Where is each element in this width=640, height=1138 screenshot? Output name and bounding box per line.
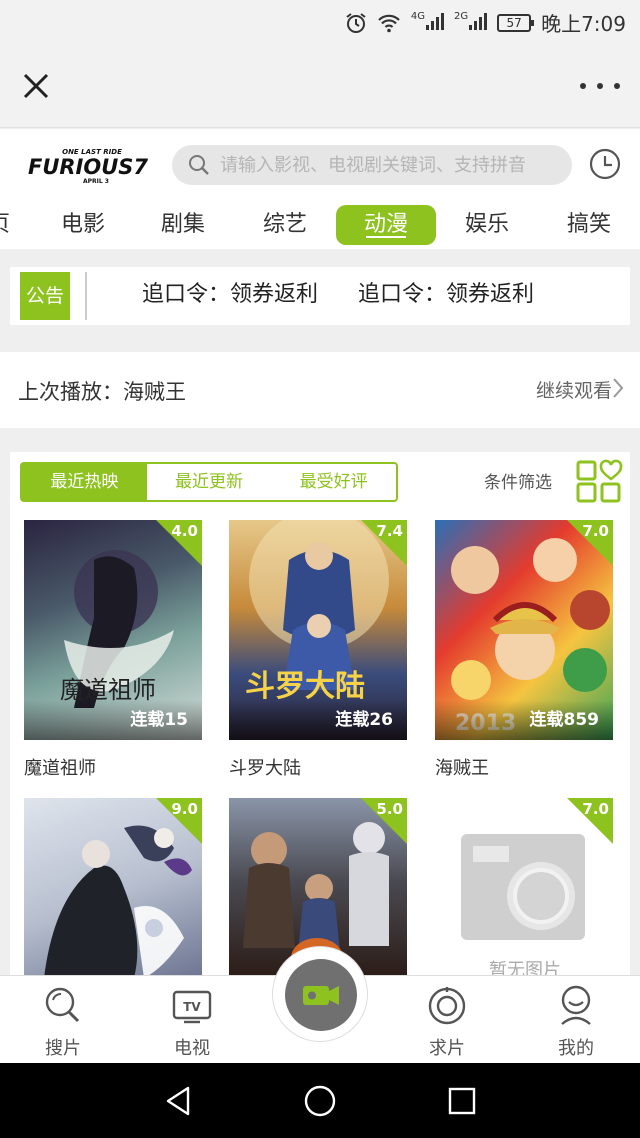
rating-value: 5.0 — [376, 800, 403, 818]
signal-bars-icon — [425, 12, 444, 30]
sort-tabs: 最近热映 最近更新 最受好评 — [20, 462, 398, 502]
tab-anime[interactable]: 动漫 — [336, 205, 436, 245]
tab-tv-label: 电视 — [174, 1038, 210, 1059]
nav-bar — [0, 44, 640, 128]
logo-title: FURIOUS7 — [28, 155, 148, 179]
poster-modaozushi[interactable]: 魔道祖师 4.0 连载15 — [24, 520, 202, 740]
recents-icon[interactable] — [446, 1085, 478, 1117]
content-panel: 最近热映 最近更新 最受好评 条件筛选 魔道祖师 4.0 连载15 魔道祖师 斗… — [10, 452, 630, 982]
episode-count: 连载26 — [335, 710, 393, 730]
tv-icon: TV — [172, 990, 212, 1024]
header: ONE LAST RIDE FURIOUS7 APRIL 3 — [0, 129, 640, 201]
tab-tv[interactable]: TV 电视 — [147, 976, 237, 1064]
divider — [85, 272, 87, 320]
notice-badge: 公告 — [20, 272, 70, 320]
logo: ONE LAST RIDE FURIOUS7 APRIL 3 — [28, 148, 148, 185]
wifi-icon — [378, 14, 400, 32]
profile-icon — [561, 985, 591, 1025]
last-played-label: 上次播放：海贼王 — [18, 380, 186, 404]
rating-value: 7.0 — [582, 522, 609, 540]
notice-bar: 公告 追口令：领券返利 追口令：领券返利 — [10, 267, 630, 325]
chevron-right-icon — [613, 378, 624, 398]
request-icon — [428, 987, 466, 1025]
signal-2g: 2G — [454, 11, 488, 35]
tab-movies[interactable]: 电影 — [50, 205, 116, 245]
tv-icon-text: TV — [183, 1000, 201, 1014]
history-icon[interactable] — [588, 147, 622, 181]
search-icon — [45, 987, 80, 1023]
tab-mine[interactable]: 我的 — [531, 976, 621, 1064]
tab-variety[interactable]: 综艺 — [252, 205, 318, 245]
signal-4g: 4G — [411, 11, 444, 35]
category-tabs: 页 电影 剧集 综艺 动漫 娱乐 搞笑 — [0, 201, 640, 249]
notice-marquee[interactable]: 追口令：领券返利 追口令：领券返利 — [142, 267, 574, 325]
search-input[interactable] — [220, 154, 560, 176]
notice-item[interactable]: 追口令：领券返利 — [358, 282, 534, 307]
search-icon — [189, 155, 209, 175]
tab-request[interactable]: 求片 — [402, 976, 492, 1064]
tab-comedy[interactable]: 搞笑 — [556, 205, 622, 245]
status-bar: 4G 2G 57 晚上7:09 — [0, 0, 640, 44]
tab-series[interactable]: 剧集 — [150, 205, 216, 245]
alarm-icon — [346, 12, 366, 33]
episode-count: 连载15 — [130, 710, 188, 730]
sort-tab-updated[interactable]: 最近更新 — [147, 464, 272, 500]
tab-category-0[interactable]: 页 — [0, 205, 12, 245]
home-icon[interactable] — [302, 1083, 338, 1119]
poster-item-4[interactable]: 9.0 — [24, 798, 202, 982]
rating-value: 4.0 — [171, 522, 198, 540]
item-title[interactable]: 斗罗大陆 — [229, 754, 301, 780]
active-underline — [366, 236, 406, 238]
continue-watching-link[interactable]: 继续观看 — [536, 376, 612, 403]
episode-count: 连载859 — [529, 710, 600, 730]
poster-douluodalu[interactable]: 斗罗大陆 7.4 连载26 — [229, 520, 407, 740]
rating-value: 7.4 — [376, 522, 403, 540]
close-icon[interactable] — [16, 66, 56, 106]
rating-value: 9.0 — [171, 800, 198, 818]
sort-tab-rated[interactable]: 最受好评 — [271, 464, 396, 500]
tab-anime-label: 动漫 — [363, 212, 408, 237]
tab-entertainment[interactable]: 娱乐 — [454, 205, 520, 245]
more-icon[interactable] — [580, 74, 620, 98]
clock: 晚上7:09 — [541, 12, 626, 36]
video-camera-icon — [303, 986, 339, 1005]
poster-onepiece[interactable]: 2013 7.0 连载859 — [435, 520, 613, 740]
camera-button[interactable] — [285, 959, 357, 1031]
grid-favorite-icon[interactable] — [575, 457, 625, 505]
item-title[interactable]: 海贼王 — [435, 754, 489, 780]
back-icon[interactable] — [160, 1083, 196, 1119]
tab-search-films[interactable]: 搜片 — [18, 976, 108, 1064]
poster-item-6-placeholder[interactable]: 暂无图片 7.0 — [435, 798, 613, 982]
system-navigation-bar — [0, 1063, 640, 1138]
logo-date: APRIL 3 — [83, 178, 109, 185]
tab-search-label: 搜片 — [45, 1038, 81, 1059]
rating-value: 7.0 — [582, 800, 609, 818]
tab-request-label: 求片 — [429, 1038, 465, 1059]
filter-label[interactable]: 条件筛选 — [484, 468, 552, 493]
camera-button-ring — [272, 946, 368, 1042]
signal-bars-icon — [469, 12, 488, 30]
notice-item[interactable]: 追口令：领券返利 — [142, 282, 318, 307]
item-title[interactable]: 魔道祖师 — [24, 754, 96, 780]
poster-calligraphy: 斗罗大陆 — [245, 669, 365, 704]
tab-mine-label: 我的 — [558, 1038, 594, 1059]
last-played-bar[interactable]: 上次播放：海贼王 继续观看 — [0, 352, 640, 428]
battery-icon: 57 — [497, 13, 535, 32]
search-box[interactable] — [172, 145, 572, 185]
sort-tab-hot[interactable]: 最近热映 — [22, 464, 147, 500]
status-icons: 4G 2G 57 晚上7:09 — [345, 8, 626, 37]
